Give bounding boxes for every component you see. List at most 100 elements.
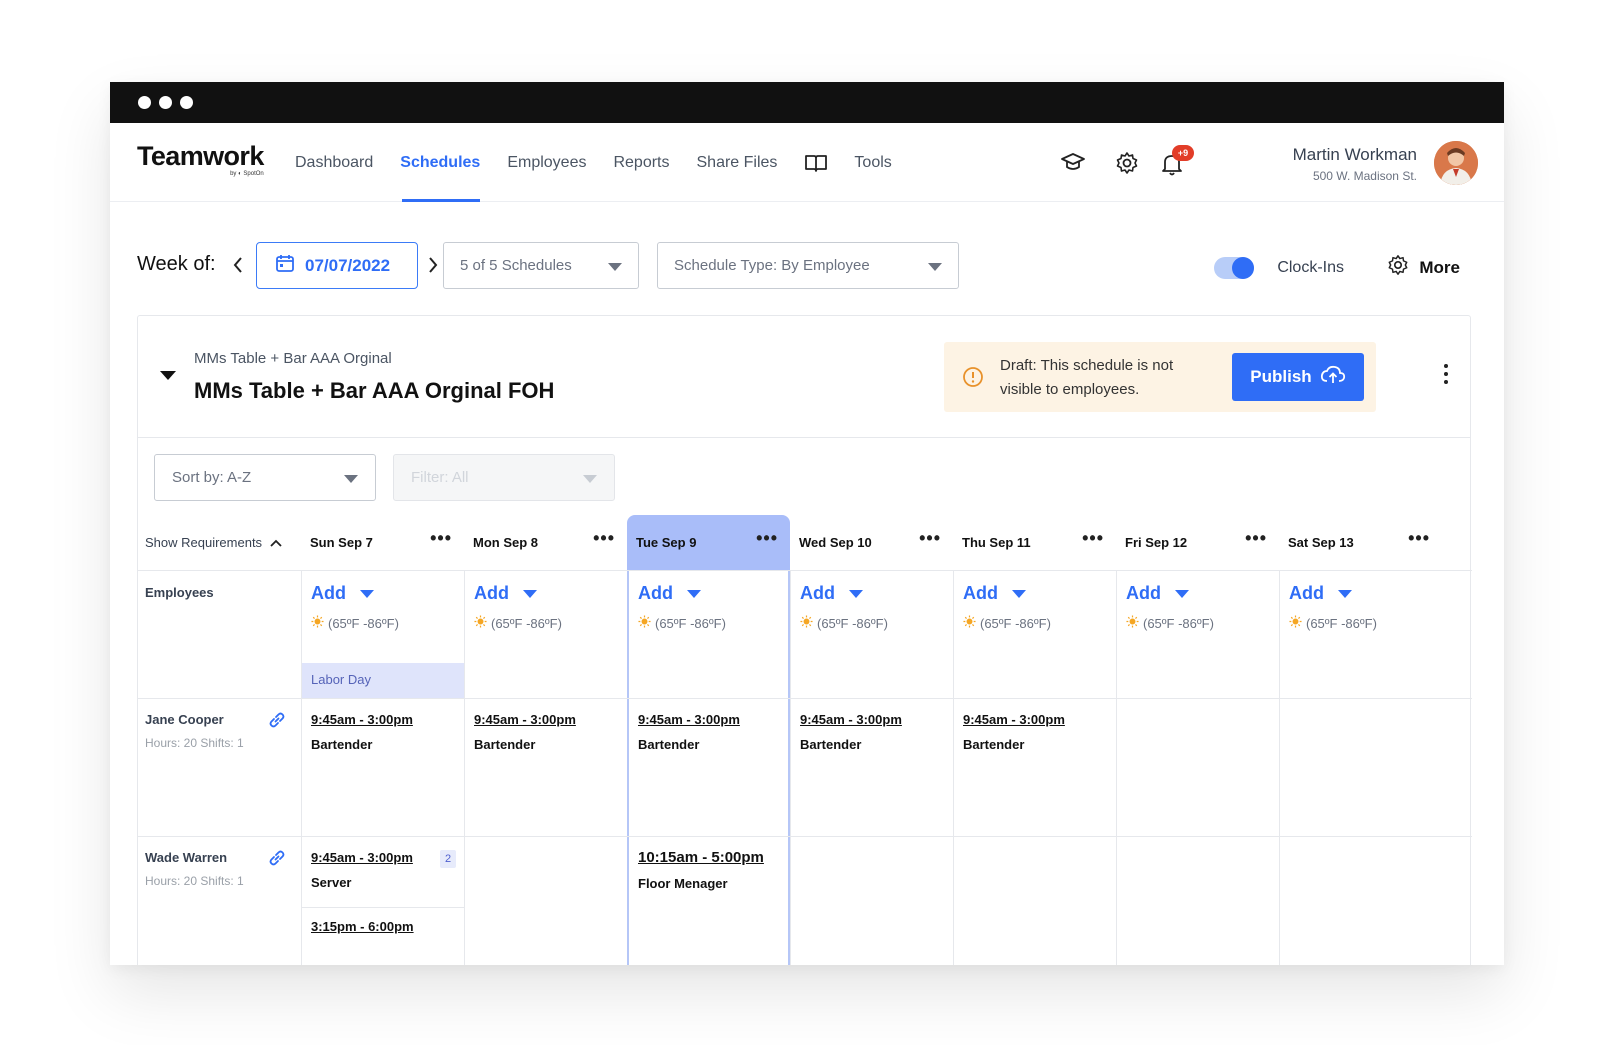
bell-icon[interactable]: +9	[1160, 145, 1194, 182]
shift-cell[interactable]	[790, 837, 953, 965]
chevron-down-icon	[344, 475, 358, 483]
shift-block[interactable]: 9:45am - 3:00pm Bartender	[963, 712, 1065, 752]
book-open-icon[interactable]	[804, 153, 828, 173]
shift-time[interactable]: 9:45am - 3:00pm	[474, 712, 576, 727]
collapse-icon[interactable]	[160, 371, 176, 380]
shift-cell[interactable]	[1116, 699, 1279, 836]
nav-tools[interactable]: Tools	[854, 123, 891, 202]
publish-button[interactable]: Publish	[1232, 353, 1364, 401]
nav-dashboard[interactable]: Dashboard	[295, 123, 373, 202]
shift-time[interactable]: 9:45am - 3:00pm	[963, 712, 1065, 727]
clock-ins-toggle[interactable]	[1214, 257, 1254, 279]
nav-employees[interactable]: Employees	[507, 123, 586, 202]
window-dot[interactable]	[138, 96, 151, 109]
add-shift-button[interactable]: Add	[311, 583, 374, 604]
window-dot[interactable]	[159, 96, 172, 109]
window-dot[interactable]	[180, 96, 193, 109]
graduation-cap-icon[interactable]	[1060, 151, 1086, 178]
day-header-mon[interactable]: Mon Sep 8 •••	[464, 515, 627, 570]
week-date-picker[interactable]: 07/07/2022	[256, 242, 418, 289]
gear-icon	[1387, 254, 1409, 281]
shift-block[interactable]: 9:45am - 3:00pm Bartender	[311, 712, 413, 752]
gear-icon[interactable]	[1115, 151, 1139, 180]
day-header-sat[interactable]: Sat Sep 13 •••	[1279, 515, 1442, 570]
draft-notice: Draft: This schedule is not visible to e…	[944, 342, 1376, 412]
add-shift-button[interactable]: Add	[474, 583, 537, 604]
shift-block[interactable]: 9:45am - 3:00pm Bartender	[474, 712, 576, 752]
more-horizontal-icon[interactable]: •••	[430, 529, 452, 547]
employee-name[interactable]: Jane Cooper	[145, 712, 224, 727]
shift-time[interactable]: 10:15am - 5:00pm	[638, 849, 764, 866]
add-shift-button[interactable]: Add	[963, 583, 1026, 604]
schedule-type-select[interactable]: Schedule Type: By Employee	[657, 242, 959, 289]
sun-icon	[1126, 615, 1139, 631]
day-header-fri[interactable]: Fri Sep 12 •••	[1116, 515, 1279, 570]
shift-cell[interactable]	[1279, 837, 1442, 965]
nav-share-files[interactable]: Share Files	[697, 123, 778, 202]
nav-schedules[interactable]: Schedules	[400, 123, 481, 202]
shift-cell[interactable]: 10:15am - 5:00pm Floor Menager	[627, 837, 790, 965]
shift-cell[interactable]: 9:45am - 3:00pm Server 2 3:15pm - 6:00pm	[301, 837, 464, 965]
shift-block[interactable]: 9:45am - 3:00pm Server	[311, 850, 413, 890]
employee-row: Wade Warren Hours: 20 Shifts: 1 9:45am -…	[138, 836, 1472, 965]
brand-logo[interactable]: Teamwork by ◐ SpotOn	[137, 142, 264, 177]
shift-cell[interactable]	[1116, 837, 1279, 965]
link-icon[interactable]	[268, 711, 286, 734]
add-shift-button[interactable]: Add	[1126, 583, 1189, 604]
sun-icon	[474, 615, 487, 631]
chevron-right-icon[interactable]	[427, 256, 439, 279]
nav-links: Dashboard Schedules Employees Reports Sh…	[295, 123, 919, 202]
holiday-label: Labor Day	[302, 663, 464, 698]
shift-cell[interactable]	[464, 837, 627, 965]
more-horizontal-icon[interactable]: •••	[1245, 529, 1267, 547]
add-shift-button[interactable]: Add	[638, 583, 701, 604]
shift-cell[interactable]: 9:45am - 3:00pm Bartender	[953, 699, 1116, 836]
day-cell: Add (65ºF -86ºF)	[627, 571, 790, 698]
shift-cell[interactable]: 9:45am - 3:00pm Bartender	[301, 699, 464, 836]
day-header-thu[interactable]: Thu Sep 11 •••	[953, 515, 1116, 570]
shift-time[interactable]: 9:45am - 3:00pm	[638, 712, 740, 727]
schedules-select[interactable]: 5 of 5 Schedules	[443, 242, 639, 289]
more-horizontal-icon[interactable]: •••	[1408, 529, 1430, 547]
sort-select[interactable]: Sort by: A-Z	[154, 454, 376, 501]
avatar[interactable]	[1434, 141, 1478, 185]
employee-name[interactable]: Wade Warren	[145, 850, 227, 865]
sun-icon	[311, 615, 324, 631]
shift-time[interactable]: 9:45am - 3:00pm	[311, 850, 413, 865]
shift-time[interactable]: 9:45am - 3:00pm	[800, 712, 902, 727]
shift-block[interactable]: 9:45am - 3:00pm Bartender	[800, 712, 902, 752]
day-header-wed[interactable]: Wed Sep 10 •••	[790, 515, 953, 570]
day-header-tue[interactable]: Tue Sep 9 •••	[627, 515, 790, 570]
kebab-menu-icon[interactable]	[1444, 364, 1448, 384]
chevron-down-icon	[608, 263, 622, 271]
more-horizontal-icon[interactable]: •••	[756, 529, 778, 547]
shift-time[interactable]: 9:45am - 3:00pm	[311, 712, 413, 727]
add-shift-button[interactable]: Add	[1289, 583, 1352, 604]
more-horizontal-icon[interactable]: •••	[1082, 529, 1104, 547]
filter-select[interactable]: Filter: All	[393, 454, 615, 501]
shift-cell[interactable]: 9:45am - 3:00pm Bartender	[464, 699, 627, 836]
shift-cell[interactable]	[1279, 699, 1442, 836]
shift-time[interactable]: 3:15pm - 6:00pm	[311, 919, 414, 934]
chevron-left-icon[interactable]	[232, 256, 244, 279]
shift-cell[interactable]: 9:45am - 3:00pm Bartender	[627, 699, 790, 836]
shift-block[interactable]: 3:15pm - 6:00pm	[311, 919, 414, 934]
shift-count-badge[interactable]: 2	[440, 850, 456, 868]
link-icon[interactable]	[268, 849, 286, 872]
shift-block[interactable]: 9:45am - 3:00pm Bartender	[638, 712, 740, 752]
more-button[interactable]: More	[1387, 254, 1460, 281]
shift-block[interactable]: 10:15am - 5:00pm Floor Menager	[638, 849, 764, 891]
shift-cell[interactable]: 9:45am - 3:00pm Bartender	[790, 699, 953, 836]
shift-cell[interactable]	[953, 837, 1116, 965]
shift-role: Bartender	[638, 737, 700, 752]
nav-reports[interactable]: Reports	[613, 123, 669, 202]
add-shift-button[interactable]: Add	[800, 583, 863, 604]
more-horizontal-icon[interactable]: •••	[593, 529, 615, 547]
chevron-down-icon	[849, 589, 863, 598]
location-subtitle: MMs Table + Bar AAA Orginal	[194, 350, 392, 367]
add-label: Add	[963, 583, 998, 603]
more-horizontal-icon[interactable]: •••	[919, 529, 941, 547]
sort-select-value: Sort by: A-Z	[172, 469, 252, 486]
show-requirements-toggle[interactable]: Show Requirements	[145, 535, 282, 550]
day-header-sun[interactable]: Sun Sep 7 •••	[301, 515, 464, 570]
